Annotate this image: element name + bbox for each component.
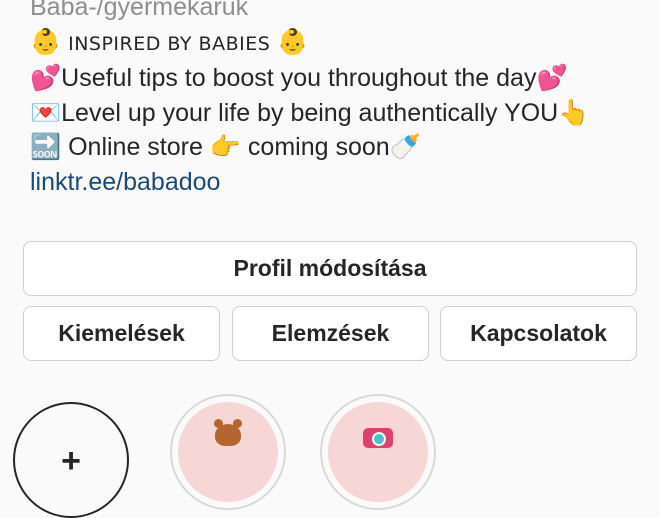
story-highlight[interactable] <box>320 394 436 510</box>
bio-text: Online store <box>68 133 210 161</box>
story-highlight[interactable] <box>170 394 286 510</box>
new-highlight-button[interactable]: + <box>13 402 129 518</box>
contacts-button[interactable]: Kapcsolatok <box>440 306 637 361</box>
profile-category: Baba-/gyermekáruk <box>30 0 249 21</box>
bio-text: Useful tips to boost you throughout the … <box>61 64 537 92</box>
baby-icon: 👶 <box>30 26 62 56</box>
soon-arrow-icon: 🔜 <box>30 132 62 161</box>
pointing-up-icon: 👆 <box>558 97 590 127</box>
two-hearts-icon: 💕 <box>30 63 62 92</box>
highlight-cover <box>328 402 428 502</box>
bio-line-2: 💕Useful tips to boost you throughout the… <box>30 61 640 96</box>
camera-icon <box>363 428 393 448</box>
pointing-right-icon: 👉 <box>209 132 241 161</box>
bio-text: Level up your life by being authenticall… <box>61 98 559 127</box>
love-letter-icon: 💌 <box>30 97 62 127</box>
plus-icon: + <box>61 442 81 480</box>
bio-line-1: 👶 INSPIRED BY BABIES 👶 <box>30 25 640 62</box>
highlights-button[interactable]: Kiemelések <box>23 306 220 361</box>
highlight-cover <box>178 402 278 502</box>
bio-text: coming soon <box>240 133 390 161</box>
profile-link[interactable]: linktr.ee/babadoo <box>30 165 640 200</box>
teddy-bear-icon <box>214 419 242 446</box>
insights-button[interactable]: Elemzések <box>232 306 429 361</box>
bio-line-4: 🔜 Online store 👉 coming soon🍼 <box>30 130 640 165</box>
bio-line-3: 💌Level up your life by being authentical… <box>30 96 640 131</box>
edit-profile-button[interactable]: Profil módosítása <box>23 241 637 296</box>
two-hearts-icon: 💕 <box>536 63 568 92</box>
bio-tagline: INSPIRED BY BABIES <box>68 32 271 55</box>
profile-bio: Baba-/gyermekáruk 👶 INSPIRED BY BABIES 👶… <box>30 0 640 199</box>
baby-bottle-icon: 🍼 <box>389 132 421 161</box>
baby-icon: 👶 <box>277 26 309 56</box>
